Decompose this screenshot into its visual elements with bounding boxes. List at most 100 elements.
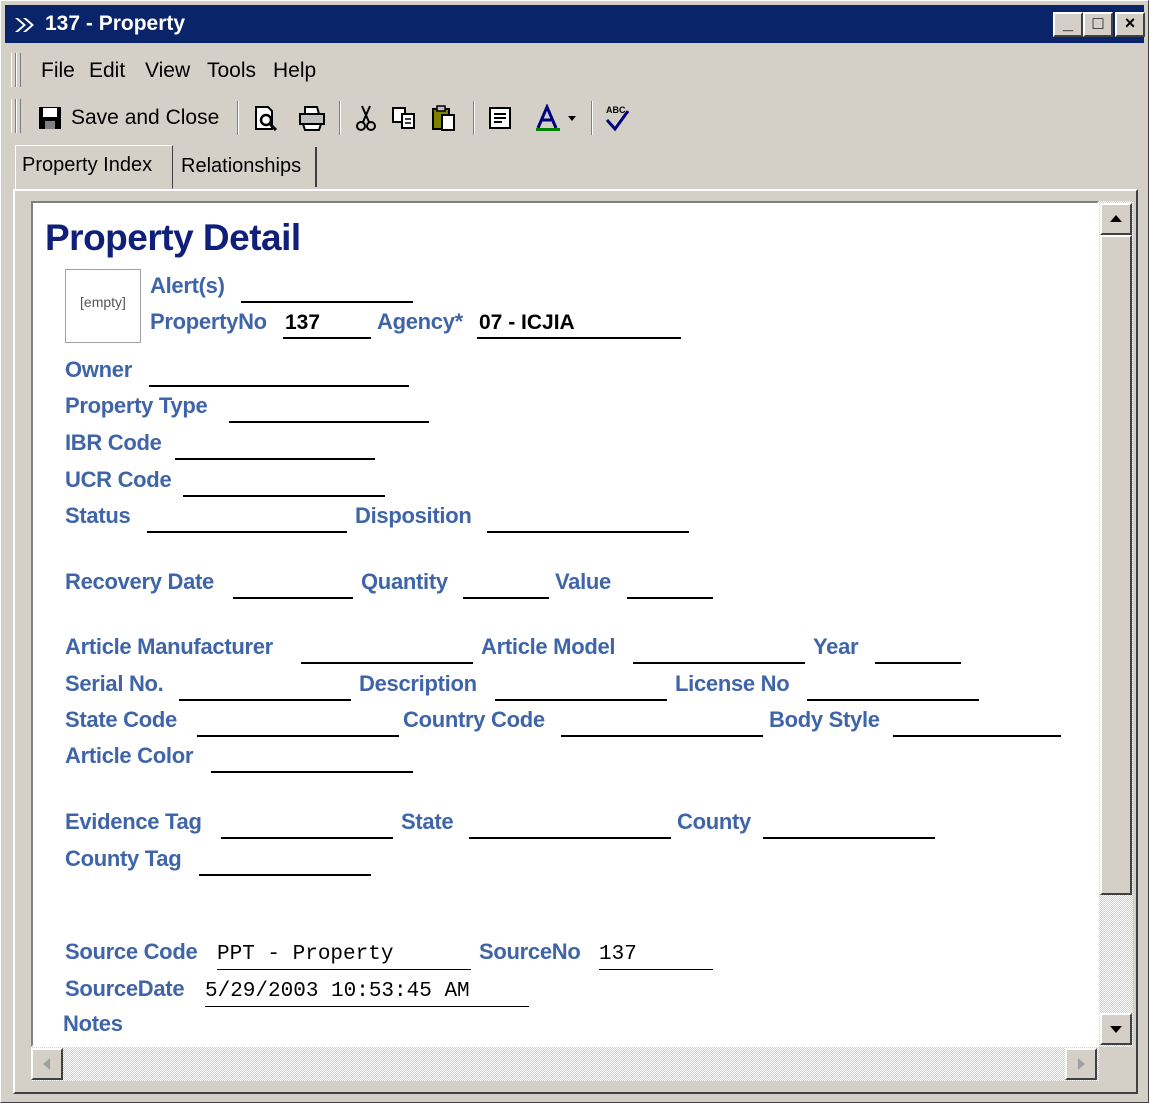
article-model-label: Article Model bbox=[481, 634, 616, 659]
scroll-corner bbox=[1099, 1047, 1133, 1081]
spell-check-icon: ABC bbox=[605, 105, 630, 132]
menu-view[interactable]: View bbox=[145, 59, 190, 83]
minimize-icon: _ bbox=[1062, 13, 1073, 33]
value-field[interactable] bbox=[627, 569, 713, 599]
property-type-field[interactable] bbox=[229, 393, 429, 423]
scroll-left-button[interactable] bbox=[31, 1048, 63, 1080]
body-style-field[interactable] bbox=[893, 707, 1061, 737]
minimize-button[interactable]: _ bbox=[1053, 12, 1083, 37]
property-no-label: PropertyNo bbox=[150, 309, 267, 334]
property-no-field[interactable]: 137 bbox=[283, 309, 371, 339]
cut-button[interactable] bbox=[351, 101, 381, 135]
disposition-label: Disposition bbox=[355, 503, 472, 528]
license-no-field[interactable] bbox=[807, 671, 979, 701]
tab-relationships[interactable]: Relationships bbox=[175, 147, 317, 187]
menu-edit[interactable]: Edit bbox=[89, 59, 125, 83]
source-code-field[interactable]: PPT - Property bbox=[217, 941, 471, 970]
ibr-code-label: IBR Code bbox=[65, 430, 162, 455]
horizontal-scrollbar[interactable] bbox=[31, 1047, 1099, 1081]
state-code-field[interactable] bbox=[197, 707, 399, 737]
close-icon: × bbox=[1124, 13, 1136, 33]
state-field[interactable] bbox=[469, 809, 671, 839]
article-manufacturer-label: Article Manufacturer bbox=[65, 634, 273, 659]
document-lines-icon bbox=[489, 107, 511, 129]
print-preview-button[interactable] bbox=[251, 101, 281, 135]
scroll-up-button[interactable] bbox=[1100, 203, 1132, 235]
menu-bar: File Edit View Tools Help bbox=[5, 49, 1144, 93]
agency-label: Agency* bbox=[377, 309, 463, 334]
evidence-tag-field[interactable] bbox=[221, 809, 393, 839]
copy-icon bbox=[392, 107, 415, 129]
source-no-field[interactable]: 137 bbox=[599, 941, 713, 970]
article-manufacturer-field[interactable] bbox=[301, 634, 473, 664]
source-no-label: SourceNo bbox=[479, 939, 581, 964]
county-tag-field[interactable] bbox=[199, 846, 371, 876]
ucr-code-label: UCR Code bbox=[65, 467, 172, 492]
tab-property-index[interactable]: Property Index bbox=[15, 145, 173, 189]
county-field[interactable] bbox=[763, 809, 935, 839]
maximize-icon: □ bbox=[1092, 13, 1104, 33]
print-preview-icon bbox=[255, 106, 278, 132]
alerts-label: Alert(s) bbox=[150, 273, 225, 298]
copy-button[interactable] bbox=[389, 101, 419, 135]
scroll-right-button[interactable] bbox=[1065, 1048, 1097, 1080]
arrow-right-icon bbox=[1078, 1058, 1085, 1070]
country-code-label: Country Code bbox=[403, 707, 545, 732]
vertical-scrollbar[interactable] bbox=[1099, 201, 1133, 1047]
year-label: Year bbox=[813, 634, 859, 659]
alerts-field[interactable] bbox=[241, 273, 413, 303]
description-field[interactable] bbox=[495, 671, 667, 701]
license-no-label: License No bbox=[675, 671, 790, 696]
value-label: Value bbox=[555, 569, 611, 594]
photo-placeholder[interactable]: [empty] bbox=[65, 269, 141, 343]
toolbar-grip-2[interactable] bbox=[16, 99, 21, 133]
property-detail-form: Property Detail [empty] Alert(s) Propert… bbox=[31, 201, 1099, 1047]
state-code-label: State Code bbox=[65, 707, 177, 732]
menu-grip-2[interactable] bbox=[16, 53, 21, 87]
toolbar-separator bbox=[473, 101, 475, 135]
title-bar[interactable]: 137 - Property _ □ × bbox=[5, 5, 1145, 43]
paste-button[interactable] bbox=[429, 101, 459, 135]
article-model-field[interactable] bbox=[633, 634, 805, 664]
status-field[interactable] bbox=[147, 503, 347, 533]
recovery-date-label: Recovery Date bbox=[65, 569, 214, 594]
menu-help[interactable]: Help bbox=[273, 59, 316, 83]
scroll-down-button[interactable] bbox=[1100, 1013, 1132, 1045]
menu-file[interactable]: File bbox=[41, 59, 75, 83]
country-code-field[interactable] bbox=[561, 707, 763, 737]
ibr-code-field[interactable] bbox=[175, 430, 375, 460]
quantity-field[interactable] bbox=[463, 569, 549, 599]
notes-label: Notes bbox=[63, 1011, 123, 1036]
arrow-left-icon bbox=[43, 1058, 50, 1070]
year-field[interactable] bbox=[875, 634, 961, 664]
format-button[interactable] bbox=[485, 101, 515, 135]
font-color-dropdown[interactable] bbox=[529, 101, 581, 135]
maximize-button[interactable]: □ bbox=[1083, 12, 1113, 37]
vertical-scroll-thumb[interactable] bbox=[1100, 235, 1132, 895]
print-button[interactable] bbox=[295, 101, 329, 135]
disposition-field[interactable] bbox=[487, 503, 689, 533]
save-and-close-label: Save and Close bbox=[71, 106, 220, 129]
toolbar-separator bbox=[591, 101, 593, 135]
close-button[interactable]: × bbox=[1115, 12, 1145, 37]
toolbar-separator bbox=[339, 101, 341, 135]
menu-tools[interactable]: Tools bbox=[207, 59, 256, 83]
svg-text:ABC: ABC bbox=[606, 105, 626, 115]
county-tag-label: County Tag bbox=[65, 846, 182, 871]
description-label: Description bbox=[359, 671, 477, 696]
serial-no-field[interactable] bbox=[179, 671, 351, 701]
source-date-field[interactable]: 5/29/2003 10:53:45 AM bbox=[205, 978, 529, 1007]
evidence-tag-label: Evidence Tag bbox=[65, 809, 202, 834]
save-and-close-button[interactable]: Save and Close bbox=[37, 101, 227, 135]
ucr-code-field[interactable] bbox=[183, 467, 385, 497]
article-color-field[interactable] bbox=[211, 743, 413, 773]
spell-check-button[interactable]: ABC bbox=[601, 101, 633, 135]
scissors-icon bbox=[356, 105, 376, 131]
owner-field[interactable] bbox=[149, 357, 409, 387]
property-window: 137 - Property _ □ × File Edit View Tool… bbox=[0, 0, 1149, 1103]
dropdown-arrow-icon bbox=[568, 116, 576, 121]
recovery-date-field[interactable] bbox=[233, 569, 353, 599]
agency-field[interactable]: 07 - ICJIA bbox=[477, 309, 681, 339]
serial-no-label: Serial No. bbox=[65, 671, 164, 696]
source-date-label: SourceDate bbox=[65, 976, 185, 1001]
